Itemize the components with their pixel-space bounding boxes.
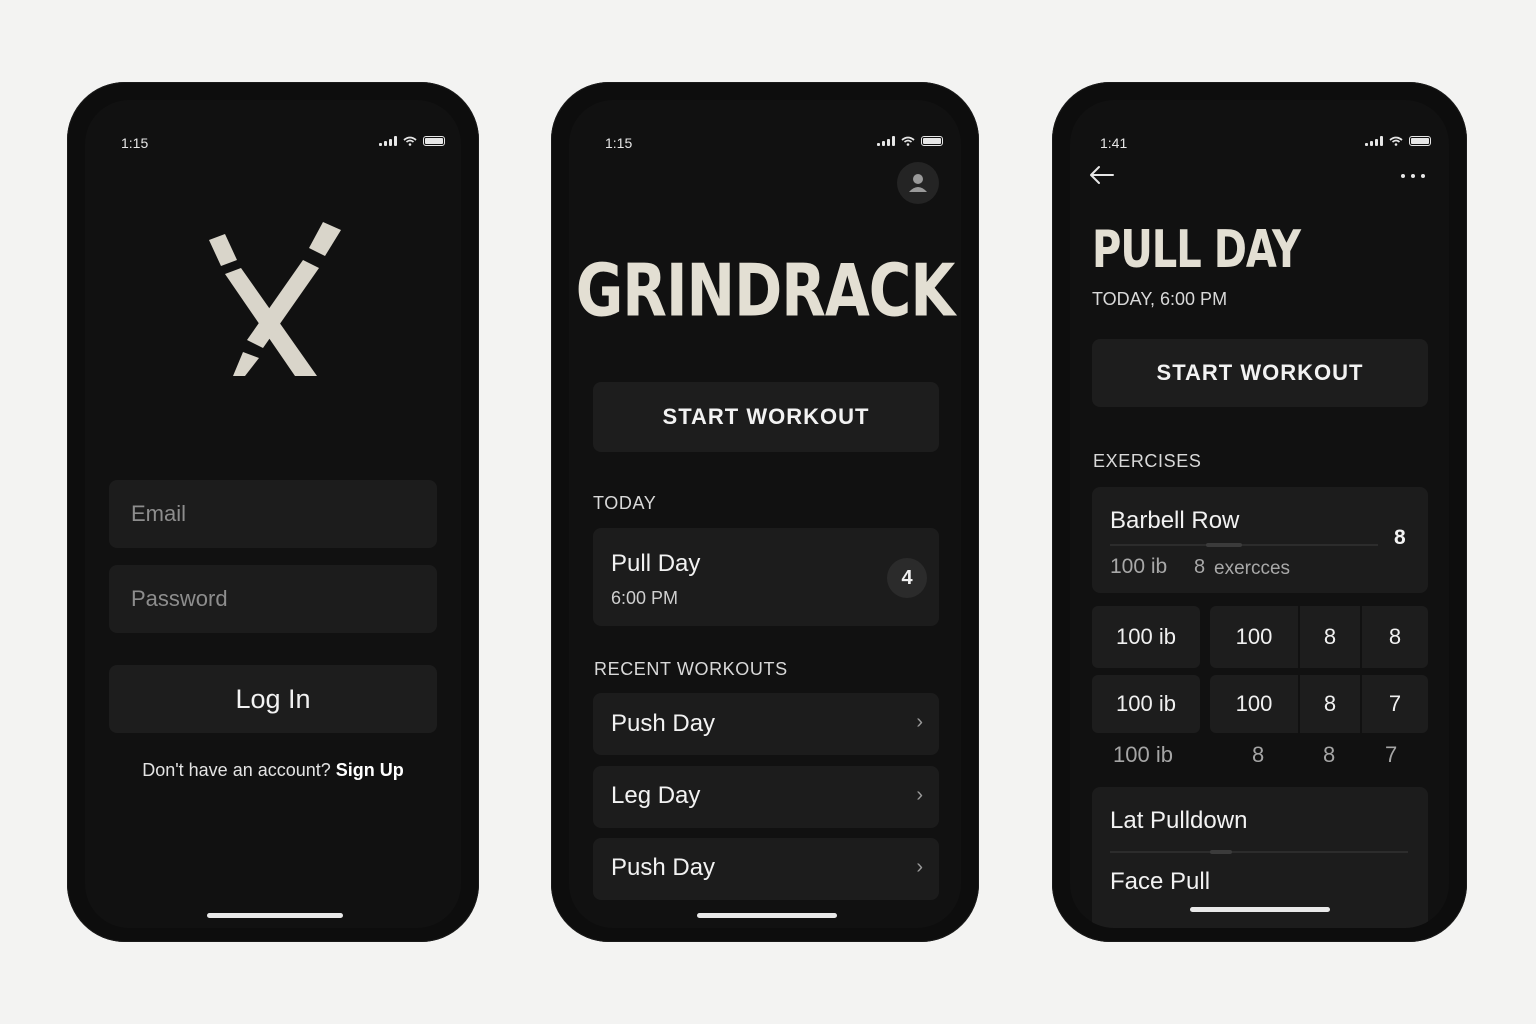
exercise-item-lat-pulldown[interactable]: Lat Pulldown [1110, 807, 1247, 835]
signup-link[interactable]: Sign Up [336, 760, 404, 780]
signal-icon [877, 136, 895, 146]
email-field[interactable]: Email [109, 480, 437, 548]
email-placeholder: Email [131, 501, 187, 526]
status-time: 1:15 [605, 135, 633, 151]
set-reps-cell[interactable]: 8 [1300, 606, 1360, 668]
set-value-cell[interactable]: 100 [1210, 606, 1298, 668]
divider [1110, 850, 1408, 854]
start-workout-label: START WORKOUT [1156, 360, 1364, 385]
status-time: 1:41 [1100, 135, 1128, 151]
home-screen: 1:15 GRINDRACK START WORKOUT TODAY Pull … [569, 100, 961, 928]
signup-row: Don't have an account? Sign Up [85, 760, 461, 781]
phone-login: 1:15 Email Password Log In Don't have an… [67, 82, 479, 942]
home-indicator [207, 913, 343, 918]
home-indicator [697, 913, 837, 918]
wifi-icon [901, 136, 915, 146]
today-workout-card[interactable]: Pull Day 6:00 PM 4 [593, 528, 939, 626]
set-value-text: 8 [1252, 742, 1265, 767]
wifi-icon [1389, 136, 1403, 146]
more-options-icon[interactable] [1400, 172, 1426, 180]
phone-workout-detail: 1:41 PULL DAY TODAY, 6:00 PM START WORKO… [1052, 82, 1467, 942]
workout-subtitle: TODAY, 6:00 PM [1092, 289, 1228, 309]
battery-icon [423, 136, 445, 146]
recent-workout-label: Push Day [611, 710, 716, 737]
exercise-name: Barbell Row [1110, 507, 1240, 534]
exercise-count: 8 [1394, 526, 1406, 549]
status-icons [1365, 136, 1431, 146]
recent-workout-label: Leg Day [611, 782, 701, 809]
battery-icon [1409, 136, 1431, 146]
progress-track [1110, 543, 1378, 547]
user-icon [909, 174, 927, 192]
login-button-label: Log In [235, 683, 311, 714]
set-reps-cell[interactable]: 7 [1362, 675, 1428, 733]
set-reps-cell[interactable]: 8 [1362, 606, 1428, 668]
recent-workout-item[interactable]: Leg Day › [593, 766, 939, 828]
start-workout-label: START WORKOUT [662, 404, 870, 429]
today-heading: TODAY [593, 493, 657, 513]
home-indicator [1190, 907, 1330, 912]
exercise-item-face-pull[interactable]: Face Pull [1110, 868, 1210, 896]
back-arrow-icon[interactable] [1088, 164, 1116, 186]
exercises-heading: EXERCISES [1093, 451, 1202, 471]
set-weight-cell[interactable]: 100 ib [1092, 675, 1200, 733]
password-placeholder: Password [131, 586, 228, 611]
start-workout-button[interactable]: START WORKOUT [1092, 339, 1428, 407]
status-icons [379, 136, 445, 146]
set-reps-text: 7 [1385, 742, 1398, 767]
password-field[interactable]: Password [109, 565, 437, 633]
set-reps-text: 8 [1323, 742, 1336, 767]
set-weight-cell[interactable]: 100 ib [1092, 606, 1200, 668]
start-workout-button[interactable]: START WORKOUT [593, 382, 939, 452]
wifi-icon [403, 136, 417, 146]
app-title: GRINDRACK [575, 248, 956, 333]
workout-detail-screen: 1:41 PULL DAY TODAY, 6:00 PM START WORKO… [1070, 100, 1449, 928]
set-reps-cell[interactable]: 8 [1300, 675, 1360, 733]
exercise-weight: 100 ib [1110, 555, 1168, 578]
set-value-cell[interactable]: 100 [1210, 675, 1298, 733]
recent-workout-item[interactable]: Push Day › [593, 693, 939, 755]
exercise-sets-count: 8 [1194, 556, 1206, 578]
app-logo-icon [209, 222, 341, 376]
set-weight-text: 100 ib [1113, 742, 1173, 767]
recent-workout-label: Push Day [611, 854, 716, 881]
workout-title: PULL DAY [1092, 220, 1301, 280]
today-workout-title: Pull Day [611, 550, 701, 577]
today-workout-time: 6:00 PM [611, 588, 679, 608]
chevron-right-icon: › [916, 784, 923, 806]
recent-workout-item[interactable]: Push Day › [593, 838, 939, 900]
signal-icon [1365, 136, 1383, 146]
login-button[interactable]: Log In [109, 665, 437, 733]
battery-icon [921, 136, 943, 146]
login-screen: 1:15 Email Password Log In Don't have an… [85, 100, 461, 928]
signal-icon [379, 136, 397, 146]
chevron-right-icon: › [916, 856, 923, 878]
profile-button[interactable] [897, 162, 939, 204]
exercise-sets-label: exercces [1214, 558, 1291, 579]
exercise-count-badge: 4 [887, 558, 927, 598]
exercise-card[interactable]: Barbell Row 100 ib 8 exercces 8 [1092, 487, 1428, 593]
status-icons [877, 136, 943, 146]
chevron-right-icon: › [916, 711, 923, 733]
signup-prompt: Don't have an account? [142, 760, 331, 780]
status-time: 1:15 [121, 135, 149, 151]
phone-home: 1:15 GRINDRACK START WORKOUT TODAY Pull … [551, 82, 979, 942]
progress-fill [1206, 543, 1242, 547]
divider-marker [1210, 850, 1232, 854]
recent-heading: RECENT WORKOUTS [594, 659, 788, 679]
